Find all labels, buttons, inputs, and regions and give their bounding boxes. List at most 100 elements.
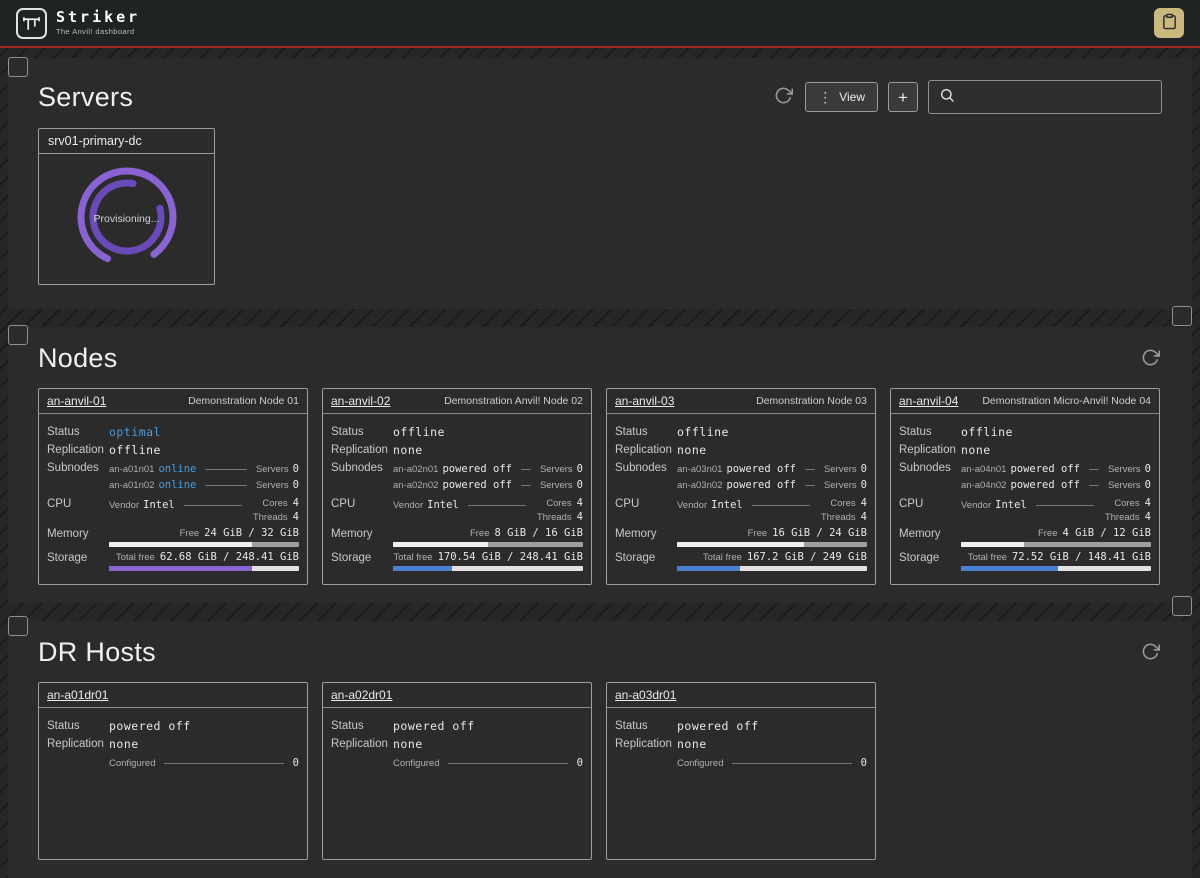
- node-name-link[interactable]: an-anvil-02: [331, 394, 390, 408]
- threads-label: Threads: [253, 512, 288, 523]
- server-card: srv01-primary-dc Provisioning...: [38, 128, 215, 285]
- memory-bar: [961, 542, 1151, 547]
- cores-value: 4: [577, 497, 583, 509]
- memory-bar: [393, 542, 583, 547]
- node-name-link[interactable]: an-anvil-03: [615, 394, 674, 408]
- refresh-button[interactable]: [772, 84, 795, 110]
- subnodes-label: Subnodes: [331, 461, 393, 474]
- refresh-button[interactable]: [1139, 640, 1162, 666]
- storage-bar: [109, 566, 299, 571]
- node-description: Demonstration Node 03: [756, 395, 867, 407]
- status-value: powered off: [393, 719, 475, 733]
- replication-value: none: [677, 443, 707, 457]
- subnode-state: powered off: [1010, 479, 1080, 491]
- threads-label: Threads: [821, 512, 856, 523]
- subnode-state: powered off: [726, 463, 796, 475]
- subnode-name: an-a01n02: [109, 480, 154, 491]
- subnode-name: an-a04n01: [961, 464, 1006, 475]
- subnode-row: an-a01n02 online Servers 0: [109, 477, 299, 493]
- leader-line: [164, 763, 283, 764]
- view-button[interactable]: ⋮ View: [805, 82, 878, 112]
- servers-count: 0: [861, 479, 867, 491]
- nodes-title: Nodes: [38, 343, 118, 374]
- servers-count: 0: [293, 479, 299, 491]
- server-card-title: srv01-primary-dc: [39, 129, 214, 154]
- top-bar: Striker The Anvil! dashboard: [0, 0, 1200, 48]
- leader-line: [521, 485, 531, 486]
- subnode-name: an-a02n01: [393, 464, 438, 475]
- subnode-row: an-a03n01 powered off Servers 0: [677, 461, 867, 477]
- storage-value: 72.52 GiB / 148.41 GiB: [1012, 551, 1151, 563]
- cpu-label: CPU: [47, 497, 109, 510]
- search-box[interactable]: [928, 80, 1162, 114]
- tasks-button[interactable]: [1154, 8, 1184, 38]
- leader-line: [752, 505, 810, 506]
- node-name-link[interactable]: an-anvil-04: [899, 394, 958, 408]
- servers-count: 0: [1145, 463, 1151, 475]
- refresh-icon: [1141, 348, 1160, 370]
- replication-value: none: [677, 737, 707, 751]
- vendor-label: Vendor: [677, 500, 707, 511]
- clipboard-icon: [1161, 13, 1178, 33]
- spacer: [331, 755, 393, 756]
- dr-cards-row: an-a01dr01 Status powered off Replicatio…: [38, 682, 1162, 860]
- memory-bar: [677, 542, 867, 547]
- dr-hosts-title: DR Hosts: [38, 637, 156, 668]
- node-description: Demonstration Anvil! Node 02: [444, 395, 583, 407]
- dr-host-card: an-a01dr01 Status powered off Replicatio…: [38, 682, 308, 860]
- servers-section: Servers ⋮ View +: [8, 58, 1192, 309]
- search-input[interactable]: [963, 90, 1151, 105]
- status-label: Status: [615, 425, 677, 438]
- cores-value: 4: [1145, 497, 1151, 509]
- replication-label: Replication: [47, 443, 109, 456]
- leader-line: [732, 763, 851, 764]
- cores-label: Cores: [830, 498, 855, 509]
- leader-line: [1089, 485, 1099, 486]
- replication-value: none: [393, 737, 423, 751]
- dr-host-name-link[interactable]: an-a01dr01: [47, 688, 108, 702]
- dr-host-name-link[interactable]: an-a03dr01: [615, 688, 676, 702]
- brand-text: Striker The Anvil! dashboard: [56, 10, 140, 36]
- cores-value: 4: [293, 497, 299, 509]
- panel-corner-decoration: [8, 616, 28, 636]
- leader-line: [1036, 505, 1094, 506]
- subnode-state: powered off: [726, 479, 796, 491]
- add-server-button[interactable]: +: [888, 82, 918, 112]
- subnode-name: an-a03n02: [677, 480, 722, 491]
- cores-label: Cores: [262, 498, 287, 509]
- panel-corner-decoration: [1172, 306, 1192, 326]
- threads-value: 4: [577, 511, 583, 523]
- memory-value: 16 GiB / 24 GiB: [772, 527, 867, 539]
- replication-label: Replication: [615, 443, 677, 456]
- configured-label: Configured: [109, 758, 155, 769]
- replication-label: Replication: [331, 443, 393, 456]
- status-value: powered off: [677, 719, 759, 733]
- leader-line: [184, 505, 242, 506]
- node-description: Demonstration Node 01: [188, 395, 299, 407]
- search-icon: [939, 87, 955, 108]
- app-subtitle: The Anvil! dashboard: [56, 27, 140, 36]
- status-label: Status: [47, 719, 109, 732]
- memory-label: Memory: [47, 527, 109, 540]
- configured-row: Configured 0: [677, 755, 867, 771]
- servers-label: Servers: [1108, 480, 1141, 491]
- cpu-label: CPU: [615, 497, 677, 510]
- panel-corner-decoration: [8, 325, 28, 345]
- dr-host-name-link[interactable]: an-a02dr01: [331, 688, 392, 702]
- node-name-link[interactable]: an-anvil-01: [47, 394, 106, 408]
- servers-count: 0: [577, 479, 583, 491]
- memory-label: Memory: [899, 527, 961, 540]
- refresh-icon: [1141, 642, 1160, 664]
- subnodes-label: Subnodes: [899, 461, 961, 474]
- dr-hosts-section: DR Hosts an-a01dr01 Status powered off R…: [8, 621, 1192, 878]
- node-card: an-anvil-04 Demonstration Micro-Anvil! N…: [890, 388, 1160, 585]
- refresh-button[interactable]: [1139, 346, 1162, 372]
- threads-label: Threads: [537, 512, 572, 523]
- replication-value: none: [393, 443, 423, 457]
- configured-row: Configured 0: [109, 755, 299, 771]
- subnode-state: online: [158, 463, 196, 475]
- subnode-name: an-a03n01: [677, 464, 722, 475]
- panel-corner-decoration: [8, 57, 28, 77]
- cpu-vendor-value: Intel: [711, 499, 743, 511]
- threads-value: 4: [861, 511, 867, 523]
